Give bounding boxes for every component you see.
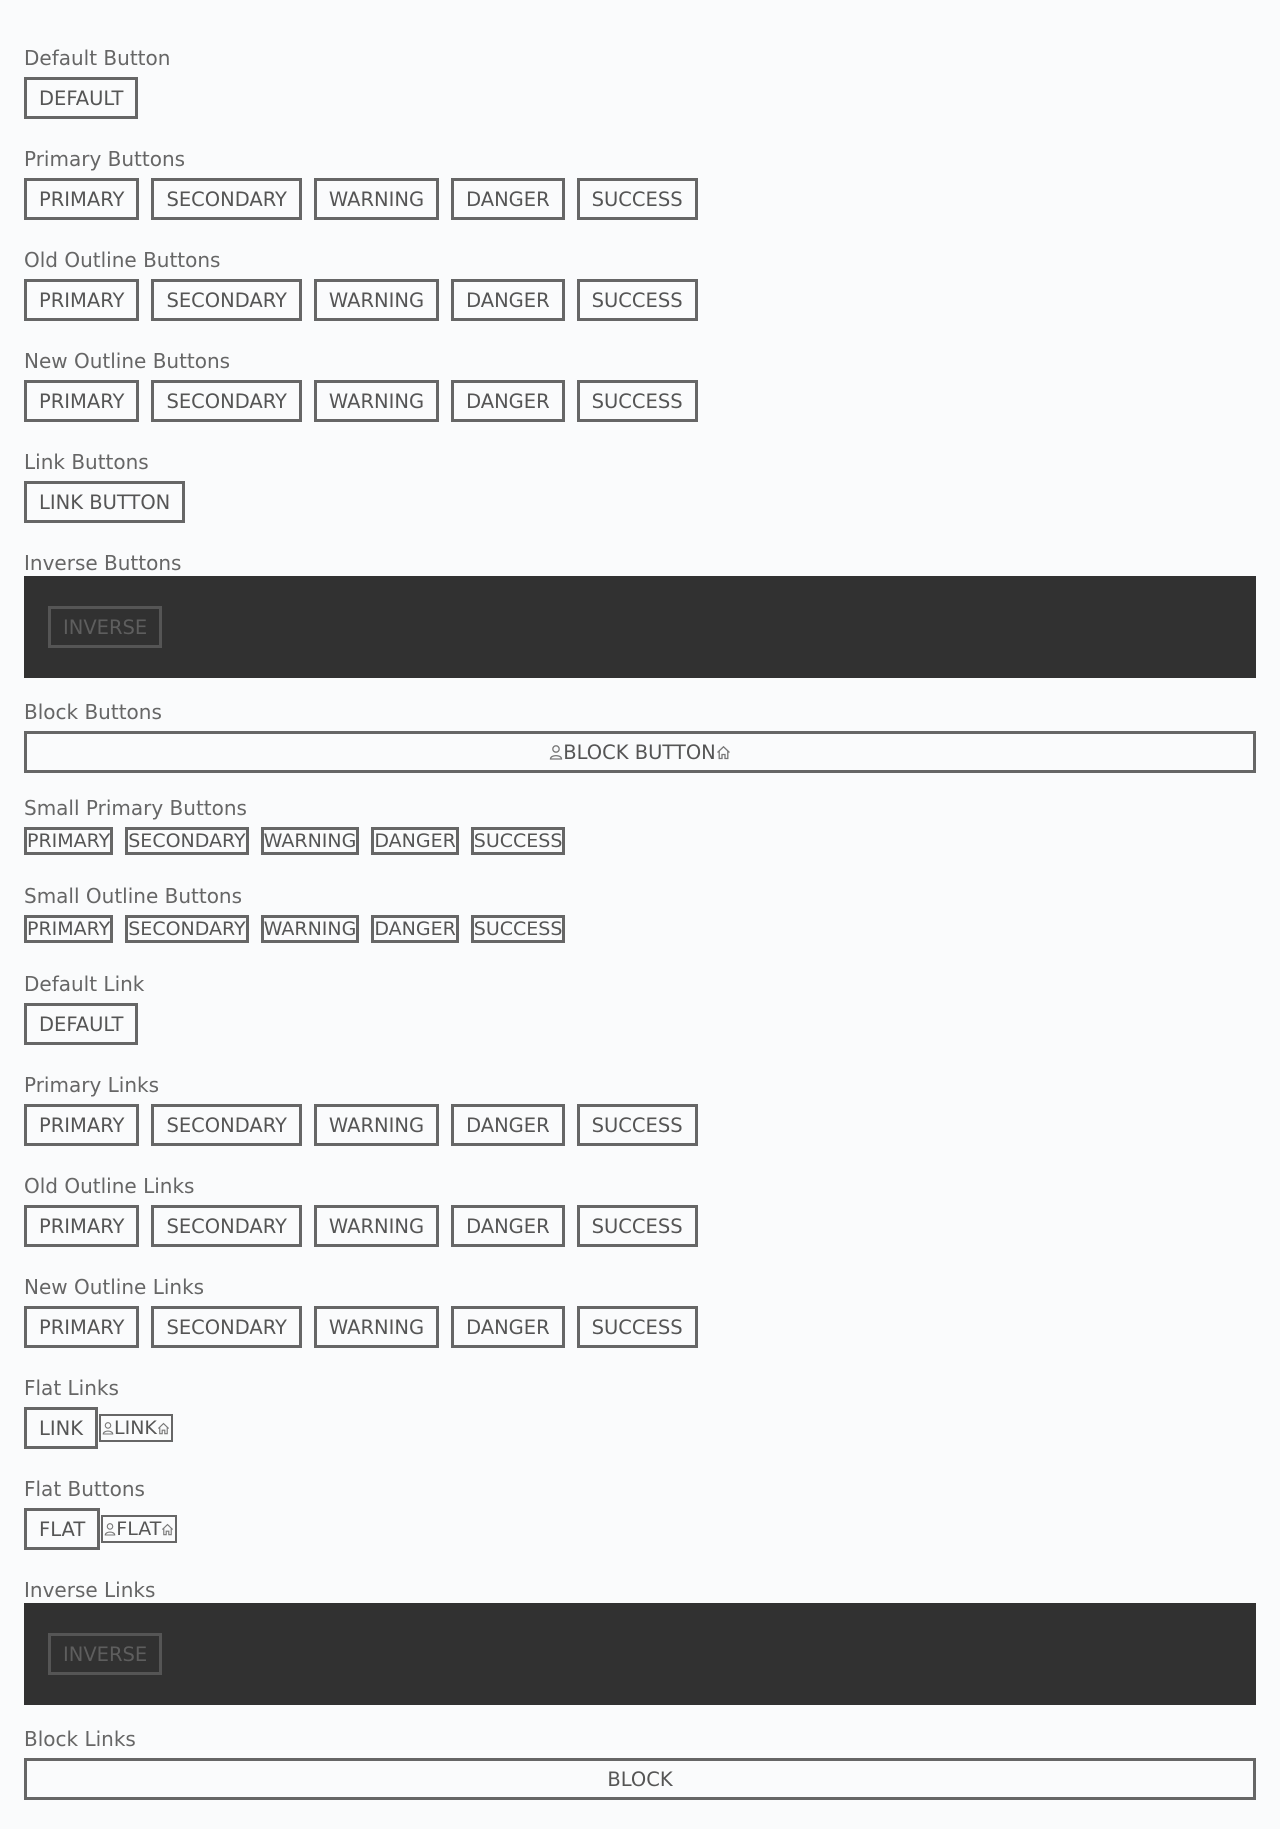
section-title-flat-buttons: Flat Buttons <box>24 1477 145 1501</box>
new-outline-links-row: PRIMARY SECONDARY WARNING DANGER SUCCESS <box>24 1306 710 1348</box>
secondary-outline-button[interactable]: SECONDARY <box>151 279 302 321</box>
small-warning-button[interactable]: WARNING <box>260 827 360 855</box>
warning-outline-button[interactable]: WARNING <box>313 279 440 321</box>
block-button[interactable]: BLOCK BUTTON <box>24 731 1256 773</box>
new-outline-buttons-row: PRIMARY SECONDARY WARNING DANGER SUCCESS <box>24 380 710 422</box>
home-icon <box>161 1523 174 1536</box>
section-title-primary-buttons: Primary Buttons <box>24 147 186 171</box>
success-link[interactable]: SUCCESS <box>576 1104 698 1146</box>
section-title-new-outline-links: New Outline Links <box>24 1275 205 1299</box>
user-icon <box>102 1421 114 1435</box>
old-outline-links-row: PRIMARY SECONDARY WARNING DANGER SUCCESS <box>24 1205 710 1247</box>
small-secondary-outline-button[interactable]: SECONDARY <box>125 915 249 943</box>
default-link[interactable]: DEFAULT <box>24 1003 139 1045</box>
section-title-small-primary-buttons: Small Primary Buttons <box>24 796 247 820</box>
danger-outline-button[interactable]: DANGER <box>451 279 565 321</box>
small-danger-outline-button[interactable]: DANGER <box>371 915 459 943</box>
success-outline-button[interactable]: SUCCESS <box>576 279 698 321</box>
inverse-buttons-panel: INVERSE <box>24 576 1256 678</box>
block-link[interactable]: BLOCK <box>24 1758 1256 1800</box>
section-title-block-links: Block Links <box>24 1727 136 1751</box>
small-primary-button[interactable]: PRIMARY <box>24 827 114 855</box>
danger-new-outline-button[interactable]: DANGER <box>451 380 565 422</box>
link-button[interactable]: LINK BUTTON <box>24 481 186 523</box>
secondary-new-outline-button[interactable]: SECONDARY <box>151 380 302 422</box>
primary-outline-button[interactable]: PRIMARY <box>24 279 140 321</box>
danger-button[interactable]: DANGER <box>451 178 565 220</box>
warning-new-outline-button[interactable]: WARNING <box>313 380 440 422</box>
secondary-outline-link[interactable]: SECONDARY <box>151 1205 302 1247</box>
section-title-inverse-links: Inverse Links <box>24 1578 156 1602</box>
small-outline-buttons-row: PRIMARY SECONDARY WARNING DANGER SUCCESS <box>24 915 577 943</box>
section-title-block-buttons: Block Buttons <box>24 700 162 724</box>
section-title-old-outline-links: Old Outline Links <box>24 1174 195 1198</box>
small-primary-outline-button[interactable]: PRIMARY <box>24 915 114 943</box>
flat-button[interactable]: FLAT <box>24 1508 101 1550</box>
section-title-link-buttons: Link Buttons <box>24 450 149 474</box>
danger-outline-link[interactable]: DANGER <box>451 1205 565 1247</box>
secondary-new-outline-link[interactable]: SECONDARY <box>151 1306 302 1348</box>
primary-button[interactable]: PRIMARY <box>24 178 140 220</box>
primary-new-outline-link[interactable]: PRIMARY <box>24 1306 140 1348</box>
default-link-row: DEFAULT <box>24 1003 150 1045</box>
flat-button-icon-label: FLAT <box>116 1518 162 1540</box>
flat-button-with-icons[interactable]: FLAT <box>101 1515 178 1543</box>
section-title-small-outline-buttons: Small Outline Buttons <box>24 884 243 908</box>
link-buttons-row: LINK BUTTON <box>24 481 197 523</box>
flat-links-row: LINK LINK <box>24 1407 173 1449</box>
small-warning-outline-button[interactable]: WARNING <box>260 915 360 943</box>
section-title-flat-links: Flat Links <box>24 1376 119 1400</box>
primary-outline-link[interactable]: PRIMARY <box>24 1205 140 1247</box>
flat-link[interactable]: LINK <box>24 1407 98 1449</box>
flat-buttons-row: FLAT FLAT <box>24 1508 178 1550</box>
warning-outline-link[interactable]: WARNING <box>313 1205 440 1247</box>
default-button-row: DEFAULT <box>24 77 150 119</box>
secondary-button[interactable]: SECONDARY <box>151 178 302 220</box>
home-icon <box>716 745 731 760</box>
block-button-label: BLOCK BUTTON <box>563 740 716 764</box>
success-button[interactable]: SUCCESS <box>576 178 698 220</box>
secondary-link[interactable]: SECONDARY <box>151 1104 302 1146</box>
old-outline-buttons-row: PRIMARY SECONDARY WARNING DANGER SUCCESS <box>24 279 710 321</box>
small-success-button[interactable]: SUCCESS <box>470 827 566 855</box>
user-icon <box>549 744 563 760</box>
home-icon <box>157 1422 170 1435</box>
success-new-outline-link[interactable]: SUCCESS <box>576 1306 698 1348</box>
small-secondary-button[interactable]: SECONDARY <box>125 827 249 855</box>
default-button[interactable]: DEFAULT <box>24 77 139 119</box>
flat-link-with-icons[interactable]: LINK <box>99 1414 173 1442</box>
success-outline-link[interactable]: SUCCESS <box>576 1205 698 1247</box>
small-success-outline-button[interactable]: SUCCESS <box>470 915 566 943</box>
user-icon <box>104 1522 116 1536</box>
inverse-button[interactable]: INVERSE <box>48 606 163 648</box>
warning-button[interactable]: WARNING <box>313 178 440 220</box>
warning-new-outline-link[interactable]: WARNING <box>313 1306 440 1348</box>
primary-new-outline-button[interactable]: PRIMARY <box>24 380 140 422</box>
success-new-outline-button[interactable]: SUCCESS <box>576 380 698 422</box>
inverse-links-panel: INVERSE <box>24 1603 1256 1705</box>
flat-link-icon-label: LINK <box>114 1417 157 1439</box>
section-title-new-outline-buttons: New Outline Buttons <box>24 349 231 373</box>
primary-buttons-row: PRIMARY SECONDARY WARNING DANGER SUCCESS <box>24 178 710 220</box>
inverse-link[interactable]: INVERSE <box>48 1633 163 1675</box>
small-danger-button[interactable]: DANGER <box>371 827 459 855</box>
warning-link[interactable]: WARNING <box>313 1104 440 1146</box>
danger-link[interactable]: DANGER <box>451 1104 565 1146</box>
section-title-default-button: Default Button <box>24 46 171 70</box>
primary-link[interactable]: PRIMARY <box>24 1104 140 1146</box>
section-title-primary-links: Primary Links <box>24 1073 160 1097</box>
section-title-inverse-buttons: Inverse Buttons <box>24 551 182 575</box>
primary-links-row: PRIMARY SECONDARY WARNING DANGER SUCCESS <box>24 1104 710 1146</box>
danger-new-outline-link[interactable]: DANGER <box>451 1306 565 1348</box>
section-title-old-outline-buttons: Old Outline Buttons <box>24 248 221 272</box>
small-primary-buttons-row: PRIMARY SECONDARY WARNING DANGER SUCCESS <box>24 827 577 855</box>
section-title-default-link: Default Link <box>24 972 145 996</box>
